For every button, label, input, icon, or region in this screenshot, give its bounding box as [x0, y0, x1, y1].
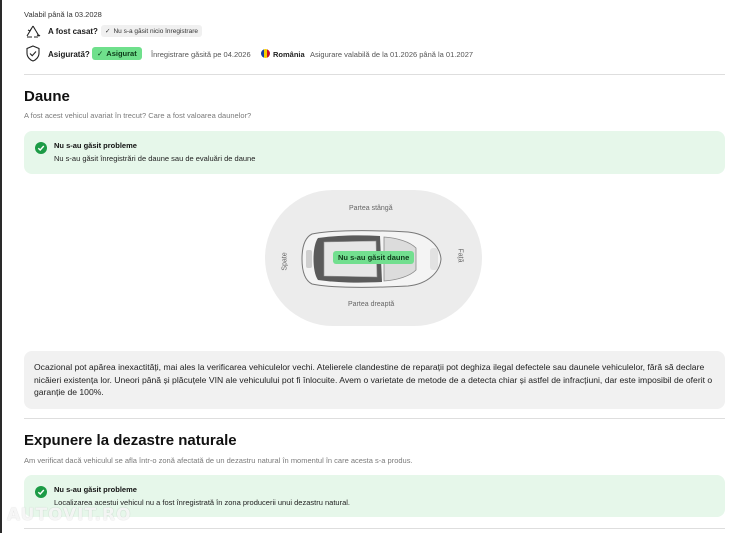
- check-circle-icon: [35, 486, 47, 498]
- insured-status-chip: ✓ Asigurat: [92, 47, 142, 60]
- autovit-watermark: AUTOVIT.RO: [7, 505, 132, 525]
- insurance-found-date: Înregistrare găsită pe 04.2026: [151, 50, 251, 59]
- left-edge-line: [0, 0, 2, 533]
- crashed-status-chip: ✓ Nu s-a găsit nicio înregistrare: [101, 25, 202, 37]
- section-divider: [24, 418, 725, 419]
- insurance-validity: Asigurare valabilă de la 01.2026 până la…: [310, 50, 474, 59]
- diagram-right-side-label: Partea dreaptă: [348, 301, 395, 308]
- disaster-section-subtitle: Am verificat dacă vehiculul se afla într…: [24, 456, 413, 465]
- no-damage-label: Nu s-au găsit daune: [333, 251, 415, 264]
- disaster-status-title: Nu s-au găsit probleme: [54, 485, 137, 494]
- check-icon: ✓: [105, 28, 111, 35]
- damage-section-subtitle: A fost acest vehicul avariat în trecut? …: [24, 111, 252, 120]
- disaster-section-title: Expunere la dezastre naturale: [24, 432, 237, 449]
- crashed-status-text: Nu s-a găsit nicio înregistrare: [113, 27, 198, 35]
- damage-status-title: Nu s-au găsit probleme: [54, 141, 137, 150]
- recycle-icon: [24, 24, 42, 40]
- section-divider: [24, 74, 725, 75]
- damage-status-text: Nu s-au găsit înregistrări de daune sau …: [54, 154, 256, 163]
- crashed-label: A fost casat?: [48, 27, 98, 36]
- insurance-country: România: [273, 50, 305, 59]
- diagram-front-label: Față: [456, 248, 464, 263]
- damage-section-title: Daune: [24, 88, 70, 105]
- insured-label: Asigurată?: [48, 50, 90, 59]
- romania-flag-icon: [261, 49, 270, 58]
- damage-status-box: Nu s-au găsit probleme Nu s-au găsit înr…: [24, 131, 725, 174]
- check-icon: ✓: [97, 49, 104, 58]
- valid-until-text: Valabil până la 03.2028: [24, 10, 102, 19]
- diagram-left-side-label: Partea stângă: [349, 205, 393, 212]
- shield-check-icon: [25, 45, 41, 62]
- damage-disclaimer-box: Ocazional pot apărea inexactități, mai a…: [24, 351, 725, 409]
- insured-status-text: Asigurat: [106, 49, 137, 58]
- check-circle-icon: [35, 142, 47, 154]
- section-divider: [24, 528, 725, 529]
- damage-disclaimer-text: Ocazional pot apărea inexactități, mai a…: [34, 362, 713, 397]
- diagram-rear-label: Spate: [281, 252, 289, 271]
